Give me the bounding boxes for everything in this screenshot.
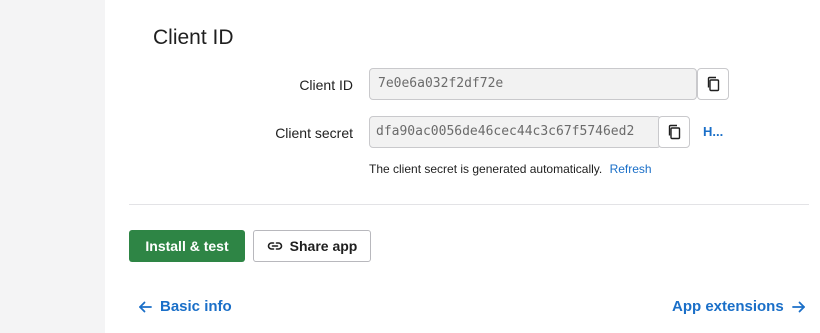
link-icon bbox=[267, 241, 283, 251]
copy-client-secret-button[interactable] bbox=[658, 116, 690, 148]
helper-text: The client secret is generated automatic… bbox=[369, 162, 603, 176]
back-basic-info-link[interactable]: Basic info bbox=[138, 298, 232, 315]
client-secret-label: Client secret bbox=[275, 125, 353, 141]
client-secret-field[interactable]: dfa90ac0056de46cec44c3c67f5746ed2 bbox=[369, 116, 661, 148]
copy-client-id-button[interactable] bbox=[697, 68, 729, 100]
section-title: Client ID bbox=[153, 26, 234, 49]
install-test-button[interactable]: Install & test bbox=[129, 230, 245, 262]
client-id-field[interactable]: 7e0e6a032f2df72e bbox=[369, 68, 697, 100]
copy-icon bbox=[667, 124, 681, 140]
share-app-button[interactable]: Share app bbox=[253, 230, 371, 262]
left-gutter bbox=[0, 0, 105, 333]
next-app-extensions-link[interactable]: App extensions bbox=[672, 298, 806, 315]
refresh-link[interactable]: Refresh bbox=[610, 162, 652, 176]
back-label: Basic info bbox=[160, 298, 232, 315]
arrow-right-icon bbox=[791, 301, 806, 313]
divider bbox=[129, 204, 809, 205]
next-label: App extensions bbox=[672, 298, 784, 315]
arrow-left-icon bbox=[138, 301, 152, 313]
client-secret-helper: The client secret is generated automatic… bbox=[369, 162, 652, 176]
copy-icon bbox=[706, 76, 720, 92]
main-panel: Client ID Client ID 7e0e6a032f2df72e Cli… bbox=[105, 0, 820, 333]
client-id-label: Client ID bbox=[299, 77, 353, 93]
share-app-label: Share app bbox=[289, 238, 358, 254]
hide-secret-link[interactable]: H... bbox=[703, 124, 723, 139]
